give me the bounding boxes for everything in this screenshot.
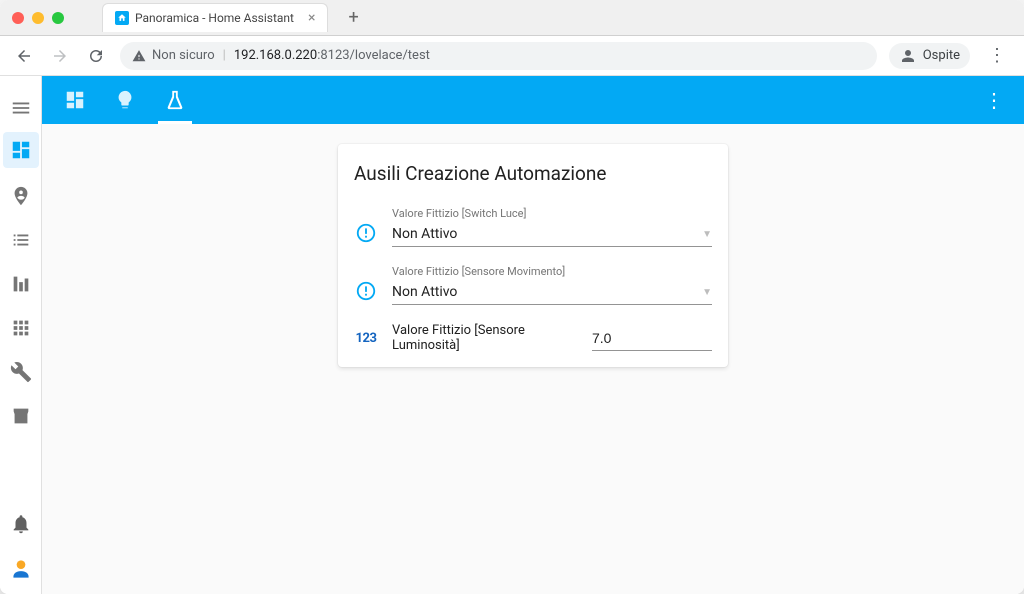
view-menu-button[interactable]: ⋮ <box>976 88 1012 112</box>
view-tabs: ⋮ <box>42 76 1024 124</box>
bell-icon <box>10 513 32 535</box>
sidebar-notifications[interactable] <box>1 504 41 544</box>
sidebar <box>0 76 42 594</box>
card-title: Ausili Creazione Automazione <box>354 162 712 185</box>
maximize-window-button[interactable] <box>52 12 64 24</box>
sidebar-item-devtools[interactable] <box>1 352 41 392</box>
sidebar-item-hacs[interactable] <box>1 396 41 436</box>
chevron-down-icon: ▼ <box>702 287 712 298</box>
url-text: 192.168.0.220:8123/lovelace/test <box>234 48 430 63</box>
sidebar-item-history[interactable] <box>1 264 41 304</box>
entity-input-luminosita[interactable] <box>592 326 712 351</box>
profile-label: Ospite <box>923 48 960 63</box>
wrench-icon <box>10 361 32 383</box>
view-tab-dashboard[interactable] <box>54 76 96 124</box>
sidebar-user-avatar[interactable] <box>8 556 34 582</box>
chart-bar-icon <box>10 273 32 295</box>
window-titlebar: Panoramica - Home Assistant × + <box>0 0 1024 36</box>
dashboard-icon <box>64 89 86 111</box>
sidebar-item-overview[interactable] <box>3 132 39 168</box>
list-icon <box>10 229 32 251</box>
chevron-down-icon: ▼ <box>702 229 712 240</box>
person-pin-icon <box>10 185 32 207</box>
traffic-lights <box>12 12 64 24</box>
flask-icon <box>164 89 186 111</box>
info-icon <box>354 279 378 303</box>
lightbulb-icon <box>114 89 136 111</box>
forward-button[interactable] <box>48 44 72 68</box>
close-window-button[interactable] <box>12 12 24 24</box>
person-icon <box>899 47 917 65</box>
tab-title: Panoramica - Home Assistant <box>135 11 294 25</box>
profile-chip[interactable]: Ospite <box>889 43 970 69</box>
browser-menu-button[interactable]: ⋮ <box>982 45 1012 66</box>
security-indicator: Non sicuro <box>132 48 215 63</box>
view-tab-lights[interactable] <box>104 76 146 124</box>
sidebar-item-logbook[interactable] <box>1 220 41 260</box>
entity-row-sensore-movimento: Valore Fittizio [Sensore Movimento] Non … <box>354 265 712 305</box>
apps-icon <box>10 317 32 339</box>
sidebar-menu-button[interactable] <box>1 88 41 128</box>
entity-select-sensore-movimento[interactable]: Non Attivo ▼ <box>392 280 712 305</box>
sidebar-item-grid[interactable] <box>1 308 41 348</box>
entity-row-sensore-luminosita: 123 Valore Fittizio [Sensore Luminosità] <box>354 323 712 353</box>
entity-label: Valore Fittizio [Sensore Movimento] <box>392 265 712 278</box>
entity-label: Valore Fittizio [Sensore Luminosità] <box>392 323 578 353</box>
view-tab-test[interactable] <box>154 76 196 124</box>
reload-button[interactable] <box>84 44 108 68</box>
new-tab-button[interactable]: + <box>348 7 358 28</box>
back-button[interactable] <box>12 44 36 68</box>
entity-label: Valore Fittizio [Switch Luce] <box>392 207 712 220</box>
entity-value: Non Attivo <box>392 284 457 300</box>
avatar-icon <box>8 556 34 582</box>
entity-value: Non Attivo <box>392 226 457 242</box>
entities-card: Ausili Creazione Automazione Valore Fitt… <box>338 144 728 367</box>
hamburger-icon <box>10 97 32 119</box>
content-area: Ausili Creazione Automazione Valore Fitt… <box>42 124 1024 594</box>
numeric-icon: 123 <box>354 326 378 350</box>
security-label: Non sicuro <box>152 48 215 63</box>
browser-tab[interactable]: Panoramica - Home Assistant × <box>102 3 328 32</box>
warning-icon <box>132 49 146 63</box>
dashboard-icon <box>10 139 32 161</box>
tab-close-icon[interactable]: × <box>308 10 315 26</box>
sidebar-item-map[interactable] <box>1 176 41 216</box>
tab-favicon-icon <box>115 11 129 25</box>
address-bar: Non sicuro | 192.168.0.220:8123/lovelace… <box>0 36 1024 76</box>
info-icon <box>354 221 378 245</box>
minimize-window-button[interactable] <box>32 12 44 24</box>
entity-select-switch-luce[interactable]: Non Attivo ▼ <box>392 222 712 247</box>
url-input[interactable]: Non sicuro | 192.168.0.220:8123/lovelace… <box>120 42 877 70</box>
entity-row-switch-luce: Valore Fittizio [Switch Luce] Non Attivo… <box>354 207 712 247</box>
store-icon <box>10 405 32 427</box>
